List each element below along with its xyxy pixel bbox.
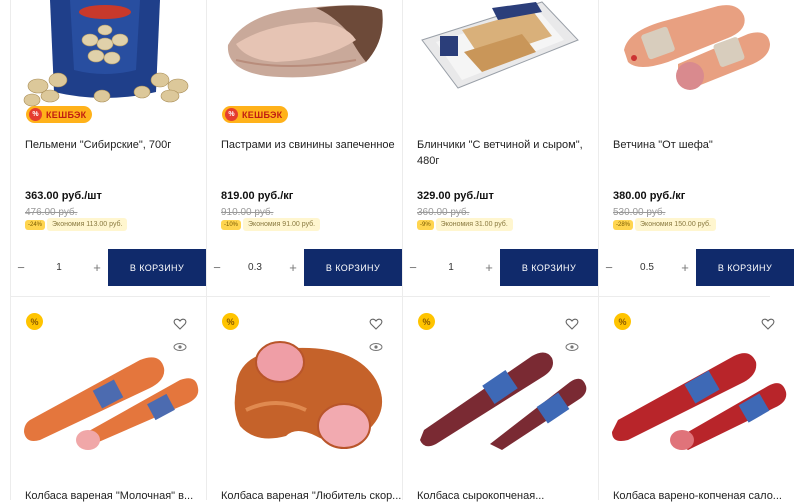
heart-icon[interactable] [565, 317, 579, 331]
promo-icon: % [418, 313, 435, 330]
heart-icon[interactable] [173, 317, 187, 331]
product-image-kolbasa-varenokopchenaya[interactable] [598, 340, 794, 450]
product-card[interactable]: % Колбаса вареная "Молочная" в... [10, 0, 206, 502]
row-divider [10, 296, 770, 297]
product-image-kolbasa-syrokopchenaya[interactable] [402, 340, 598, 450]
promo-icon: % [614, 313, 631, 330]
product-image-kolbasa-molochnaya[interactable] [10, 340, 206, 450]
product-title[interactable]: Колбаса варено-копченая сало... [613, 490, 782, 502]
promo-icon: % [222, 313, 239, 330]
product-title[interactable]: Колбаса вареная "Молочная" в... [25, 490, 193, 502]
product-title[interactable]: Колбаса вареная "Любитель скор... [221, 490, 401, 502]
product-image-kolbasa-lyubitelskaya[interactable] [206, 340, 402, 450]
heart-icon[interactable] [761, 317, 775, 331]
product-title[interactable]: Колбаса сырокопченая... [417, 490, 544, 502]
product-card[interactable]: % Колбаса варено-копченая сало... [598, 0, 794, 502]
heart-icon[interactable] [369, 317, 383, 331]
product-card[interactable]: % Колбаса сырокопченая... [402, 0, 598, 502]
product-card[interactable]: % Колбаса вареная "Любитель скор... [206, 0, 402, 502]
promo-icon: % [26, 313, 43, 330]
